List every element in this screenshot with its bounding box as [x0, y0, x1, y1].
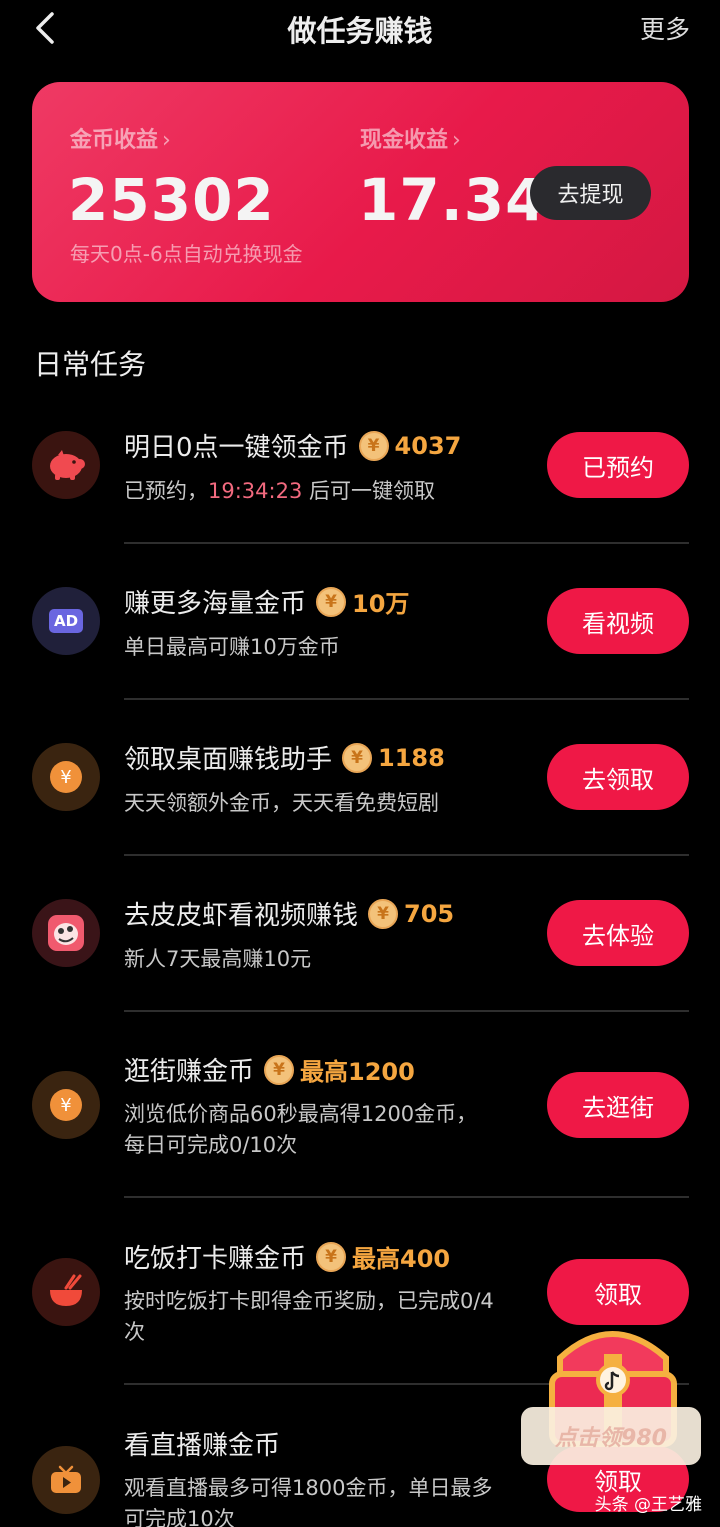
reserved-button[interactable]: 已预约 — [547, 432, 689, 498]
chevron-right-icon: › — [452, 128, 461, 153]
rice-bowl-icon — [32, 1258, 100, 1326]
task-reward: 最高400 — [352, 1245, 451, 1273]
countdown-time: 19:34:23 — [208, 479, 303, 503]
cash-earnings-label: 现金收益 — [360, 128, 449, 153]
page-title: 做任务赚钱 — [287, 14, 433, 48]
task-description: 新人7天最高赚10元 — [124, 947, 312, 971]
coin-icon: ¥ — [368, 898, 399, 929]
task-reward: 10万 — [352, 590, 410, 618]
chest-reward-label[interactable]: 点击领980 — [521, 1407, 701, 1465]
task-title: 逛街赚金币 — [124, 1057, 255, 1087]
pipixia-app-icon — [32, 899, 100, 967]
exchange-note: 每天0点-6点自动兑换现金 — [70, 242, 303, 266]
coin-icon: ¥ — [358, 430, 389, 461]
task-description: 观看直播最多可得1800金币，单日最多可完成10次 — [124, 1476, 493, 1527]
desc-text: 已预约， — [124, 479, 208, 503]
coin-icon: ¥ — [264, 1054, 295, 1085]
coin-icon: ¥ — [342, 742, 373, 773]
task-title: 赚更多海量金币 — [124, 589, 307, 619]
task-reward: 705 — [404, 899, 455, 928]
piggy-bank-icon — [32, 431, 100, 499]
task-description: 浏览低价商品60秒最高得1200金币，每日可完成0/10次 — [124, 1102, 478, 1157]
divider — [124, 542, 689, 544]
withdraw-button[interactable]: 去提现 — [530, 166, 651, 220]
nav-bar: 做任务赚钱 更多 — [0, 0, 720, 56]
claim-button[interactable]: 去领取 — [547, 744, 689, 810]
task-title: 明日0点一键领金币 — [124, 433, 349, 463]
earnings-card: 金币收益 › 25302 现金收益 › 17.34 每天0点-6点自动兑换现金 去提… — [32, 82, 689, 302]
ad-icon: AD — [32, 587, 100, 655]
ad-icon-text: AD — [48, 609, 84, 633]
coin-icon: ¥ — [32, 1071, 100, 1139]
coin-icon: ¥ — [32, 743, 100, 811]
task-description: 天天领额外金币，天天看免费短剧 — [124, 791, 439, 815]
go-shopping-button[interactable]: 去逛街 — [547, 1072, 689, 1138]
claim-button[interactable]: 领取 — [547, 1259, 689, 1325]
task-description: 按时吃饭打卡即得金币奖励，已完成0/4次 — [124, 1289, 494, 1344]
cash-earnings-link[interactable]: 现金收益 › — [360, 122, 461, 154]
chevron-right-icon: › — [162, 128, 171, 153]
task-title: 吃饭打卡赚金币 — [124, 1244, 307, 1274]
coin-icon: ¥ — [316, 586, 347, 617]
divider — [124, 1196, 689, 1198]
task-title: 看直播赚金币 — [124, 1431, 281, 1461]
divider — [124, 698, 689, 700]
coin-earnings-link[interactable]: 金币收益 › — [70, 122, 171, 154]
task-reward: 1188 — [378, 743, 445, 772]
live-tv-icon — [32, 1446, 100, 1514]
divider — [124, 854, 689, 856]
task-description: 单日最高可赚10万金币 — [124, 635, 340, 659]
coin-icon: ¥ — [316, 1241, 347, 1272]
task-description: 已预约，19:34:23 后可一键领取 — [124, 476, 494, 507]
try-button[interactable]: 去体验 — [547, 900, 689, 966]
more-button[interactable]: 更多 — [640, 10, 690, 46]
desc-text: 后可一键领取 — [302, 479, 436, 503]
watermark: 头条 @王艺雅 — [594, 1495, 702, 1515]
watch-video-button[interactable]: 看视频 — [547, 588, 689, 654]
coin-symbol: ¥ — [50, 761, 82, 793]
task-title: 去皮皮虾看视频赚钱 — [124, 901, 359, 931]
task-title: 领取桌面赚钱助手 — [124, 745, 333, 775]
cash-earnings-value: 17.34 — [358, 166, 547, 234]
task-reward: 4037 — [394, 431, 462, 460]
task-reward: 最高1200 — [300, 1058, 415, 1086]
section-title: 日常任务 — [34, 348, 147, 381]
coin-symbol: ¥ — [50, 1089, 82, 1121]
coin-earnings-value: 25302 — [68, 166, 275, 234]
coin-earnings-label: 金币收益 — [70, 128, 159, 153]
divider — [124, 1010, 689, 1012]
